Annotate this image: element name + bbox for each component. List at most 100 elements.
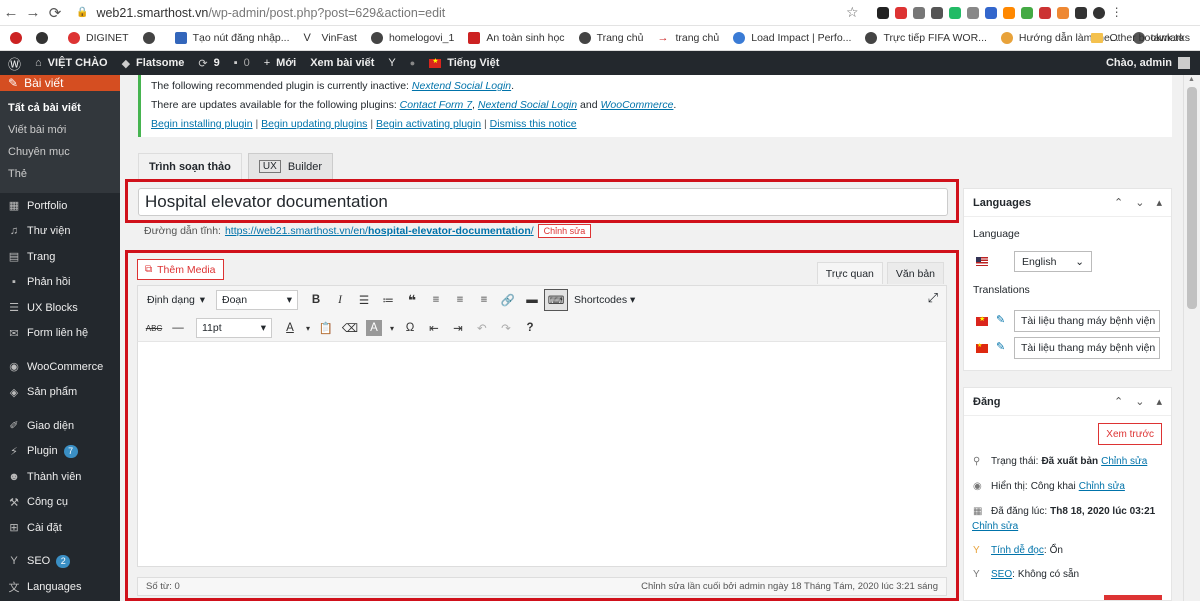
move-up-icon[interactable]: ⌃ xyxy=(1114,196,1123,209)
wp-logo-icon[interactable]: Ⓦ xyxy=(8,54,21,73)
extension-icon[interactable] xyxy=(984,6,997,19)
updates-link[interactable]: ⟳ 9 xyxy=(198,57,219,70)
view-post-link[interactable]: Xem bài viết xyxy=(310,57,374,69)
extension-icon[interactable] xyxy=(1056,6,1069,19)
edit-date-link[interactable]: Chỉnh sửa xyxy=(972,521,1018,532)
bookmark-item[interactable]: V VinFast xyxy=(304,32,357,44)
move-down-icon[interactable]: ⌄ xyxy=(1135,395,1144,408)
background-color-chevron-icon[interactable]: ▾ xyxy=(386,317,398,339)
collapse-icon[interactable]: ▴ xyxy=(1156,196,1162,209)
begin-updating-link[interactable]: Begin updating plugins xyxy=(261,118,367,130)
edit-translation-zh-icon[interactable]: ✎ xyxy=(996,340,1005,353)
language-select[interactable]: English ⌄ xyxy=(1014,251,1092,272)
extension-icon[interactable] xyxy=(966,6,979,19)
collapse-icon[interactable]: ▴ xyxy=(1156,395,1162,408)
text-color-chevron-icon[interactable]: ▾ xyxy=(302,317,314,339)
bookmark-item[interactable]: Tạo nút đăng nhập... xyxy=(174,32,290,44)
tab-ux-builder[interactable]: UX Builder xyxy=(247,153,334,179)
bookmark-item[interactable]: Trang chủ xyxy=(578,32,643,44)
sidebar-item-appearance[interactable]: ✐ Giao diện xyxy=(0,413,120,439)
translation-zh-input[interactable]: Tài liệu thang máy bệnh viện xyxy=(1014,337,1160,359)
tab-visual[interactable]: Trực quan xyxy=(816,262,883,284)
sidebar-item-pages[interactable]: ▤ Trang xyxy=(0,244,120,270)
edit-translation-vi-icon[interactable]: ✎ xyxy=(996,313,1005,326)
submenu-all-posts[interactable]: Tất cả bài viết xyxy=(0,97,120,119)
sidebar-item-tools[interactable]: ⚒ Công cụ xyxy=(0,490,120,516)
align-left-icon[interactable]: ≡ xyxy=(424,289,448,311)
bold-icon[interactable]: B xyxy=(304,289,328,311)
comments-link[interactable]: ▪ 0 xyxy=(234,57,250,69)
begin-activating-link[interactable]: Begin activating plugin xyxy=(376,118,481,130)
address-bar[interactable]: 🔒 web21.smarthost.vn/wp-admin/post.php?p… xyxy=(76,3,716,23)
sidebar-item-ux-blocks[interactable]: ☰ UX Blocks xyxy=(0,295,120,321)
bookmark-item[interactable]: → trang chủ xyxy=(657,32,719,44)
move-up-icon[interactable]: ⌃ xyxy=(1114,395,1123,408)
preview-button[interactable]: Xem trước xyxy=(1098,423,1162,445)
bookmark-item[interactable]: Load Impact | Perfo... xyxy=(733,32,851,44)
extension-icon[interactable] xyxy=(1038,6,1051,19)
yoast-icon[interactable]: Y xyxy=(388,57,395,69)
sidebar-item-users[interactable]: ☻ Thành viên xyxy=(0,464,120,490)
numbered-list-icon[interactable]: ≔ xyxy=(376,289,400,311)
reload-icon[interactable]: ⟳ xyxy=(44,4,66,22)
redo-icon[interactable]: ↷ xyxy=(494,317,518,339)
begin-installing-link[interactable]: Begin installing plugin xyxy=(151,118,253,130)
other-bookmarks[interactable]: Other bookmarks xyxy=(1091,32,1190,44)
status-dot-icon[interactable]: ● xyxy=(410,58,415,68)
horizontal-rule-icon[interactable]: — xyxy=(166,317,190,339)
align-center-icon[interactable]: ≡ xyxy=(448,289,472,311)
extension-icon[interactable] xyxy=(894,6,907,19)
add-media-button[interactable]: ⧉ Thêm Media xyxy=(137,259,224,280)
text-color-icon[interactable]: A xyxy=(278,317,302,339)
bookmark-star-icon[interactable]: ☆ xyxy=(846,4,859,21)
submenu-tags[interactable]: Thẻ xyxy=(0,163,120,185)
language-switcher[interactable]: Tiếng Việt xyxy=(429,57,499,69)
bookmark-apps-icon[interactable] xyxy=(10,32,28,44)
extension-icon[interactable] xyxy=(876,6,889,19)
sidebar-item-languages[interactable]: 文 Languages xyxy=(0,574,120,600)
edit-slug-button[interactable]: Chỉnh sửa xyxy=(537,224,592,238)
nextend-update-link[interactable]: Nextend Social Login xyxy=(478,99,577,111)
menu-dots-icon[interactable]: ⋮ xyxy=(1111,6,1123,19)
sidebar-item-settings[interactable]: ⊞ Cài đặt xyxy=(0,515,120,541)
move-down-icon[interactable]: ⌄ xyxy=(1135,196,1144,209)
extension-icon[interactable] xyxy=(912,6,925,19)
site-name-link[interactable]: ⌂ VIỆT CHÀO xyxy=(35,57,108,69)
scrollbar-thumb[interactable] xyxy=(1187,87,1197,309)
sidebar-item-products[interactable]: ◈ Sản phẩm xyxy=(0,380,120,406)
special-character-icon[interactable]: Ω xyxy=(398,317,422,339)
submenu-new-post[interactable]: Viết bài mới xyxy=(0,119,120,141)
page-scrollbar[interactable]: ▲ xyxy=(1183,75,1200,601)
extension-icon[interactable] xyxy=(930,6,943,19)
post-title-input[interactable]: Hospital elevator documentation xyxy=(138,188,948,216)
bookmark-item[interactable]: Trực tiếp FIFA WOR... xyxy=(865,32,987,44)
woocommerce-link[interactable]: WooCommerce xyxy=(600,99,673,111)
sidebar-item-posts[interactable]: ✎ Bài viết xyxy=(0,75,120,91)
indent-icon[interactable]: ⇥ xyxy=(446,317,470,339)
back-icon[interactable]: ← xyxy=(0,4,22,21)
italic-icon[interactable]: I xyxy=(328,289,352,311)
toolbar-toggle-icon[interactable]: ⌨ xyxy=(544,289,568,311)
align-right-icon[interactable]: ≡ xyxy=(472,289,496,311)
sidebar-item-portfolio[interactable]: ▦ Portfolio xyxy=(0,193,120,219)
format-dropdown[interactable]: Định dạng ▾ xyxy=(142,290,210,310)
submenu-categories[interactable]: Chuyên mục xyxy=(0,141,120,163)
bookmark-item[interactable] xyxy=(142,32,161,44)
font-size-dropdown[interactable]: 11pt ▾ xyxy=(196,318,272,338)
cf7-link[interactable]: Contact Form 7 xyxy=(400,99,472,111)
sidebar-item-woocommerce[interactable]: ◉ WooCommerce xyxy=(0,354,120,380)
link-icon[interactable]: 🔗 xyxy=(496,289,520,311)
post-content-editor[interactable] xyxy=(137,341,947,567)
tab-text[interactable]: Văn bản xyxy=(886,262,944,284)
paragraph-dropdown[interactable]: Đoạn ▾ xyxy=(216,290,298,310)
profile-avatar-icon[interactable] xyxy=(1092,6,1105,19)
sidebar-item-comments[interactable]: ▪ Phản hồi xyxy=(0,270,120,296)
paste-text-icon[interactable]: 📋 xyxy=(314,317,338,339)
sidebar-item-contact-form[interactable]: ✉ Form liên hệ xyxy=(0,321,120,347)
update-button[interactable] xyxy=(1104,595,1162,600)
bookmark-item[interactable]: An toàn sinh học xyxy=(468,32,565,44)
extension-icon[interactable] xyxy=(948,6,961,19)
shortcodes-dropdown[interactable]: Shortcodes ▾ xyxy=(574,294,635,306)
account-menu[interactable]: Chào, admin xyxy=(1106,51,1190,75)
extension-icon[interactable] xyxy=(1020,6,1033,19)
